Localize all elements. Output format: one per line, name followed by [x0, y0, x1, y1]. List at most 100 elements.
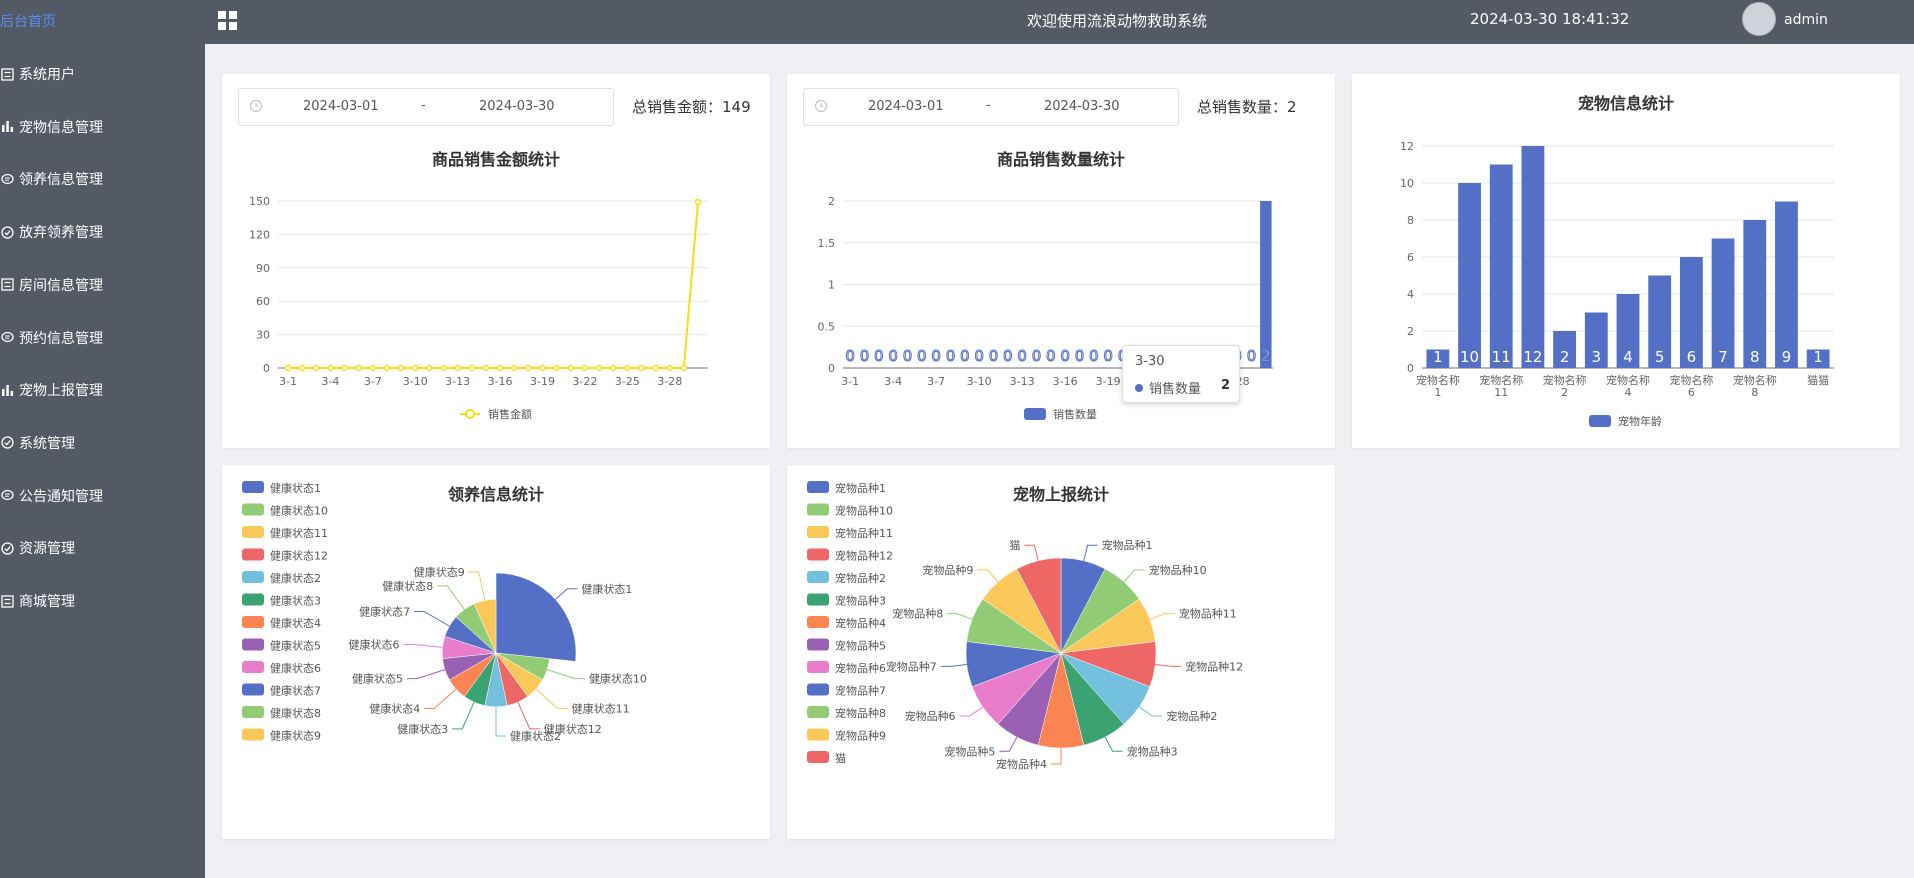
data-point	[694, 198, 702, 206]
data-label: 8	[1750, 348, 1760, 366]
slice-label: 宠物品种11	[1179, 607, 1237, 621]
avatar[interactable]	[1742, 2, 1776, 36]
x-tick-label: 宠物名称	[1479, 373, 1523, 387]
sidebar-item-label: 资源管理	[19, 541, 75, 558]
legend-marker	[1024, 408, 1046, 420]
y-tick-label: 60	[256, 295, 270, 308]
report-card: 宠物上报统计 宠物品种1 宠物品种10 宠物品种11 宠物品种12 宠物品种2 宠物品种3…	[787, 465, 1335, 839]
legend-label: 宠物品种10	[835, 504, 893, 518]
slice-label: 宠物品种1	[1102, 538, 1153, 552]
data-label: 0	[903, 347, 913, 365]
data-label: 12	[1523, 348, 1542, 366]
legend-label: 宠物品种1	[835, 481, 886, 495]
slice-label: 宠物品种5	[944, 744, 995, 758]
y-tick-label: 150	[249, 195, 270, 208]
data-point	[638, 364, 645, 372]
slice-label: 宠物品种12	[1185, 659, 1243, 673]
legend-marker	[807, 571, 829, 583]
chat-icon	[0, 172, 14, 186]
sidebar-item-11[interactable]: 商城管理	[0, 580, 205, 622]
legend-marker	[242, 661, 264, 673]
legend-marker	[242, 503, 264, 516]
label-line	[535, 688, 568, 710]
sidebar-item-6[interactable]: 预约信息管理	[0, 317, 205, 359]
y-tick-label: 12	[1400, 140, 1414, 153]
label-line	[1104, 736, 1123, 752]
sidebar-item-9[interactable]: 公告通知管理	[0, 475, 205, 517]
legend-marker	[807, 638, 829, 651]
tooltip-marker	[1135, 384, 1143, 392]
sidebar-item-home[interactable]: 后台首页	[0, 0, 205, 42]
slice-label: 健康状态8	[382, 579, 433, 593]
x-tick-label: 宠物名称	[1733, 373, 1777, 387]
data-point	[482, 364, 490, 372]
x-tick-label: 3-25	[615, 375, 640, 388]
y-tick-label: 0	[263, 362, 270, 375]
sidebar-item-3[interactable]: 领养信息管理	[0, 158, 205, 200]
label-line	[468, 571, 486, 601]
sidebar-item-2[interactable]: 宠物信息管理	[0, 106, 205, 148]
x-tick-label: 6	[1688, 386, 1695, 399]
data-label: 2	[1560, 348, 1570, 366]
data-point	[426, 364, 433, 372]
label-line	[1051, 748, 1062, 765]
data-point	[284, 364, 292, 372]
legend-label: 宠物品种7	[835, 684, 886, 698]
legend-marker	[1589, 415, 1611, 427]
label-line	[1149, 613, 1175, 620]
data-label: 0	[888, 347, 898, 365]
y-tick-label: 1.5	[818, 237, 836, 250]
sidebar-item-8[interactable]: 系统管理	[0, 422, 205, 464]
data-point	[539, 364, 546, 372]
sidebar-item-label: 系统管理	[19, 435, 75, 452]
legend-marker	[807, 706, 829, 718]
sales-amount-card: 2024-03-01 - 2024-03-30 总销售金额：149 商品销售金额…	[222, 74, 770, 448]
legend-marker	[807, 593, 829, 606]
sidebar-item-label: 放弃领养管理	[19, 225, 103, 242]
check-circle-icon	[0, 436, 14, 450]
data-point	[525, 364, 532, 372]
data-point	[411, 364, 419, 372]
legend-label: 宠物品种4	[835, 616, 886, 630]
x-tick-label: 11	[1494, 386, 1508, 399]
legend-marker	[242, 593, 264, 606]
chat-icon	[0, 331, 14, 345]
label-line	[1024, 544, 1039, 561]
y-tick-label: 120	[249, 228, 270, 241]
bar	[1458, 183, 1481, 368]
sidebar-item-7[interactable]: 宠物上报管理	[0, 369, 205, 411]
x-tick-label: 宠物名称	[1669, 373, 1713, 387]
data-label: 9	[1782, 348, 1792, 366]
data-label: 0	[1060, 347, 1070, 365]
data-label: 0	[860, 347, 870, 365]
legend-marker	[807, 728, 829, 741]
label-line	[546, 669, 585, 680]
legend-label: 宠物品种5	[835, 639, 886, 653]
sidebar-item-1[interactable]: 系统用户	[0, 53, 205, 95]
legend-marker	[807, 481, 829, 493]
y-tick-label: 4	[1407, 288, 1414, 301]
username[interactable]: admin	[1784, 12, 1828, 28]
legend-label: 宠物品种2	[835, 571, 886, 585]
grid-menu-icon[interactable]	[217, 10, 239, 36]
legend-marker	[807, 751, 829, 763]
x-tick-label: 3-16	[488, 375, 513, 388]
legend-label: 健康状态8	[270, 706, 321, 720]
current-time: 2024-03-30 18:41:32	[1470, 10, 1630, 28]
x-tick-label: 宠物名称	[1416, 373, 1460, 387]
sidebar-item-4[interactable]: 放弃领养管理	[0, 211, 205, 253]
x-tick-label: 3-10	[967, 375, 992, 388]
label-line	[940, 663, 967, 667]
sidebar-item-5[interactable]: 房间信息管理	[0, 264, 205, 306]
data-point	[581, 364, 589, 372]
check-circle-icon	[0, 225, 14, 239]
y-tick-label: 90	[256, 262, 270, 275]
sidebar-item-10[interactable]: 资源管理	[0, 527, 205, 569]
data-label: 0	[1032, 347, 1042, 365]
label-line	[1123, 569, 1145, 583]
slice-label: 健康状态4	[369, 702, 420, 716]
legend-label: 健康状态7	[270, 684, 321, 698]
x-tick-label: 3-4	[321, 375, 339, 388]
slice-label: 宠物品种2	[1166, 709, 1217, 723]
data-point	[313, 364, 320, 372]
